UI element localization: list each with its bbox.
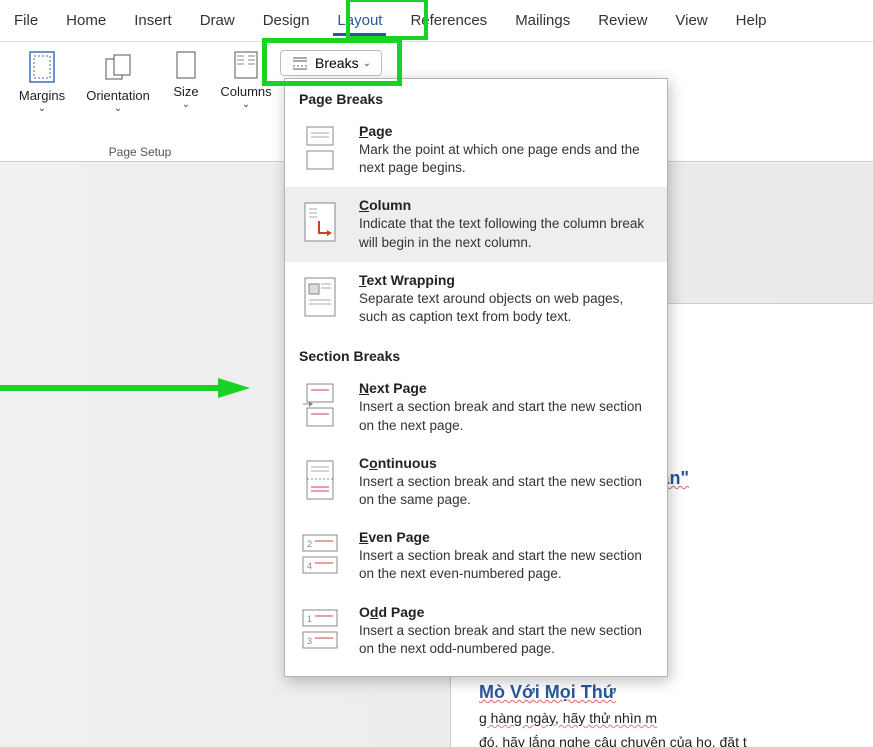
break-column-title: Column [359, 197, 653, 213]
doc-heading-3: Mò Với Mọi Thứ [479, 682, 873, 703]
svg-text:3: 3 [307, 636, 312, 646]
svg-text:4: 4 [307, 561, 312, 571]
break-wrap-title: Text Wrapping [359, 272, 653, 288]
text-wrap-break-icon [299, 272, 341, 322]
size-button[interactable]: Size ⌄ [158, 46, 214, 118]
margins-label: Margins [19, 88, 65, 103]
page-break-icon [299, 123, 341, 173]
section-breaks-label: Section Breaks [285, 336, 667, 370]
columns-button[interactable]: Columns ⌄ [218, 46, 274, 118]
breaks-label: Breaks [315, 55, 359, 71]
page-breaks-section-label: Page Breaks [285, 79, 667, 113]
break-next-page-title: Next Page [359, 380, 653, 396]
break-next-page-item[interactable]: Next Page Insert a section break and sta… [285, 370, 667, 444]
breaks-button[interactable]: Breaks ⌄ [280, 50, 382, 76]
tab-home[interactable]: Home [52, 0, 120, 42]
orientation-icon [101, 50, 135, 84]
break-even-page-desc: Insert a section break and start the new… [359, 547, 653, 583]
doc-paragraph: g hàng ngày, hãy thử nhìn m [479, 707, 873, 729]
break-page-desc: Mark the point at which one page ends an… [359, 141, 653, 177]
chevron-down-icon: ⌄ [38, 103, 46, 114]
break-continuous-desc: Insert a section break and start the new… [359, 473, 653, 509]
margins-button[interactable]: Margins ⌄ [6, 46, 78, 118]
next-page-break-icon [299, 380, 341, 430]
columns-icon [231, 50, 261, 80]
size-label: Size [173, 84, 198, 99]
svg-text:1: 1 [307, 614, 312, 624]
tab-references[interactable]: References [396, 0, 501, 42]
tab-mailings[interactable]: Mailings [501, 0, 584, 42]
size-icon [171, 50, 201, 80]
tab-file[interactable]: File [0, 0, 52, 42]
break-odd-page-desc: Insert a section break and start the new… [359, 622, 653, 658]
tab-view[interactable]: View [661, 0, 721, 42]
ribbon-tabs: File Home Insert Draw Design Layout Refe… [0, 0, 873, 42]
break-text-wrapping-item[interactable]: Text Wrapping Separate text around objec… [285, 262, 667, 336]
column-break-icon [299, 197, 341, 247]
breaks-dropdown: Page Breaks Page Mark the point at which… [284, 78, 668, 677]
break-odd-page-item[interactable]: 13 Odd Page Insert a section break and s… [285, 594, 667, 668]
tab-design[interactable]: Design [249, 0, 324, 42]
chevron-down-icon: ⌄ [114, 103, 122, 114]
tab-layout[interactable]: Layout [323, 0, 396, 42]
break-continuous-title: Continuous [359, 455, 653, 471]
tab-help[interactable]: Help [722, 0, 781, 42]
tab-draw[interactable]: Draw [186, 0, 249, 42]
break-wrap-desc: Separate text around objects on web page… [359, 290, 653, 326]
break-odd-page-title: Odd Page [359, 604, 653, 620]
break-page-item[interactable]: Page Mark the point at which one page en… [285, 113, 667, 187]
tab-review[interactable]: Review [584, 0, 661, 42]
break-even-page-title: Even Page [359, 529, 653, 545]
break-even-page-item[interactable]: 24 Even Page Insert a section break and … [285, 519, 667, 593]
chevron-down-icon: ⌄ [242, 99, 250, 110]
break-continuous-item[interactable]: Continuous Insert a section break and st… [285, 445, 667, 519]
orientation-label: Orientation [86, 88, 150, 103]
margins-icon [25, 50, 59, 84]
orientation-button[interactable]: Orientation ⌄ [82, 46, 154, 118]
breaks-icon [291, 55, 309, 71]
tab-insert[interactable]: Insert [120, 0, 186, 42]
chevron-down-icon: ⌄ [182, 99, 190, 110]
columns-label: Columns [220, 84, 271, 99]
svg-text:2: 2 [307, 539, 312, 549]
chevron-down-icon: ⌄ [363, 58, 371, 69]
break-page-title: Page [359, 123, 653, 139]
group-label-page-setup: Page Setup [0, 145, 280, 159]
break-column-item[interactable]: Column Indicate that the text following … [285, 187, 667, 261]
even-page-break-icon: 24 [299, 529, 341, 579]
break-column-desc: Indicate that the text following the col… [359, 215, 653, 251]
continuous-break-icon [299, 455, 341, 505]
odd-page-break-icon: 13 [299, 604, 341, 654]
doc-paragraph: đó, hãy lắng nghe câu chuyện của họ, đặt… [479, 731, 873, 747]
break-next-page-desc: Insert a section break and start the new… [359, 398, 653, 434]
